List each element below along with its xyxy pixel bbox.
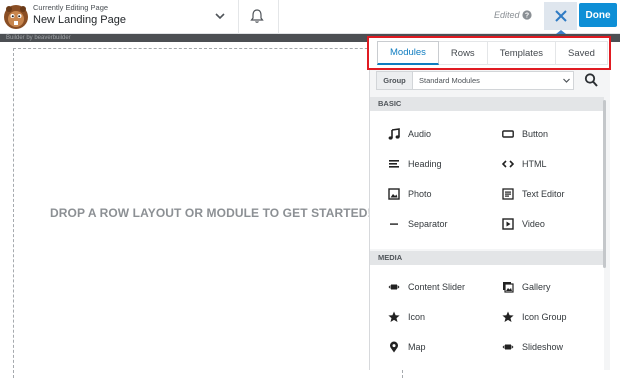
drop-prompt: DROP A ROW LAYOUT OR MODULE TO GET START… [50, 206, 372, 220]
divider [238, 0, 239, 34]
module-label: Separator [408, 219, 448, 229]
button-icon [502, 130, 514, 138]
search-icon[interactable] [584, 72, 598, 88]
chevron-down-icon [562, 78, 570, 83]
separator-icon [390, 223, 398, 225]
module-label: Text Editor [522, 189, 565, 199]
section-title: MEDIA [378, 253, 403, 262]
module-button[interactable]: Button [502, 126, 548, 142]
panel-tabs-highlight: Modules Rows Templates Saved [367, 36, 611, 70]
gallery-icon [503, 282, 514, 293]
module-label: Slideshow [522, 342, 564, 352]
module-label: Button [522, 129, 549, 139]
slideshow-icon [502, 344, 514, 350]
beaver-logo-icon[interactable] [3, 4, 29, 30]
tab-rows[interactable]: Rows [438, 41, 488, 65]
text-editor-icon [502, 188, 514, 200]
module-label: Map [408, 342, 426, 352]
tab-templates[interactable]: Templates [487, 41, 556, 65]
group-value: Standard Modules [419, 76, 480, 85]
music-note-icon [388, 128, 400, 140]
section-title: BASIC [378, 99, 402, 108]
module-map[interactable]: Map [388, 339, 426, 355]
close-panel-button[interactable] [544, 2, 577, 30]
module-video[interactable]: Video [502, 216, 545, 232]
svg-text:?: ? [525, 13, 529, 20]
star-icon [388, 311, 400, 322]
module-gallery[interactable]: Gallery [502, 279, 551, 295]
module-photo[interactable]: Photo [388, 186, 432, 202]
section-header-media: MEDIA [370, 251, 604, 265]
divider [278, 0, 279, 34]
photo-icon [388, 188, 400, 200]
group-label: Group [377, 72, 413, 89]
top-bar: Currently Editing Page New Landing Page … [0, 0, 620, 34]
group-select[interactable]: Group Standard Modules [376, 71, 574, 90]
module-list-basic: Audio Button Heading HTML Photo Text Edi… [370, 111, 604, 249]
help-icon[interactable]: ? [522, 10, 532, 20]
panel-caret [556, 30, 566, 34]
chevron-down-icon[interactable] [214, 10, 226, 22]
module-label: Icon [408, 312, 426, 322]
module-label: Icon Group [522, 312, 567, 322]
heading-icon [389, 160, 399, 168]
module-list-media: Content Slider Gallery Icon Icon Group M… [370, 265, 604, 370]
module-label: Gallery [522, 282, 551, 292]
edited-status: Edited [494, 10, 520, 20]
module-label: Heading [408, 159, 442, 169]
module-audio[interactable]: Audio [388, 126, 431, 142]
bell-icon[interactable] [250, 8, 264, 24]
done-button[interactable]: Done [579, 3, 617, 27]
star-icon [502, 311, 514, 322]
panel-tabs: Modules Rows Templates Saved [377, 41, 608, 65]
map-pin-icon [390, 341, 398, 353]
page-title: New Landing Page [33, 14, 126, 26]
tab-saved[interactable]: Saved [556, 41, 608, 65]
section-header-basic: BASIC [370, 97, 604, 111]
page-selector[interactable]: Currently Editing Page New Landing Page [33, 3, 126, 27]
module-slideshow[interactable]: Slideshow [502, 339, 563, 355]
module-icon-group[interactable]: Icon Group [502, 309, 567, 325]
close-icon [554, 10, 567, 22]
slider-icon [388, 284, 400, 290]
module-label: Video [522, 219, 545, 229]
strip-text: Builder by beaverbuilder [6, 35, 71, 41]
module-label: HTML [522, 159, 547, 169]
module-label: Content Slider [408, 282, 466, 292]
code-icon [502, 160, 514, 168]
module-heading[interactable]: Heading [388, 156, 442, 172]
module-html[interactable]: HTML [502, 156, 547, 172]
video-icon [502, 218, 514, 230]
module-label: Photo [408, 189, 432, 199]
tab-modules[interactable]: Modules [377, 41, 439, 65]
panel-scrollbar[interactable] [603, 100, 606, 268]
module-label: Audio [408, 129, 432, 139]
module-icon[interactable]: Icon [388, 309, 425, 325]
module-content-slider[interactable]: Content Slider [388, 279, 465, 295]
module-separator[interactable]: Separator [388, 216, 448, 232]
editing-subtitle: Currently Editing Page [33, 3, 109, 12]
module-text-editor[interactable]: Text Editor [502, 186, 565, 202]
